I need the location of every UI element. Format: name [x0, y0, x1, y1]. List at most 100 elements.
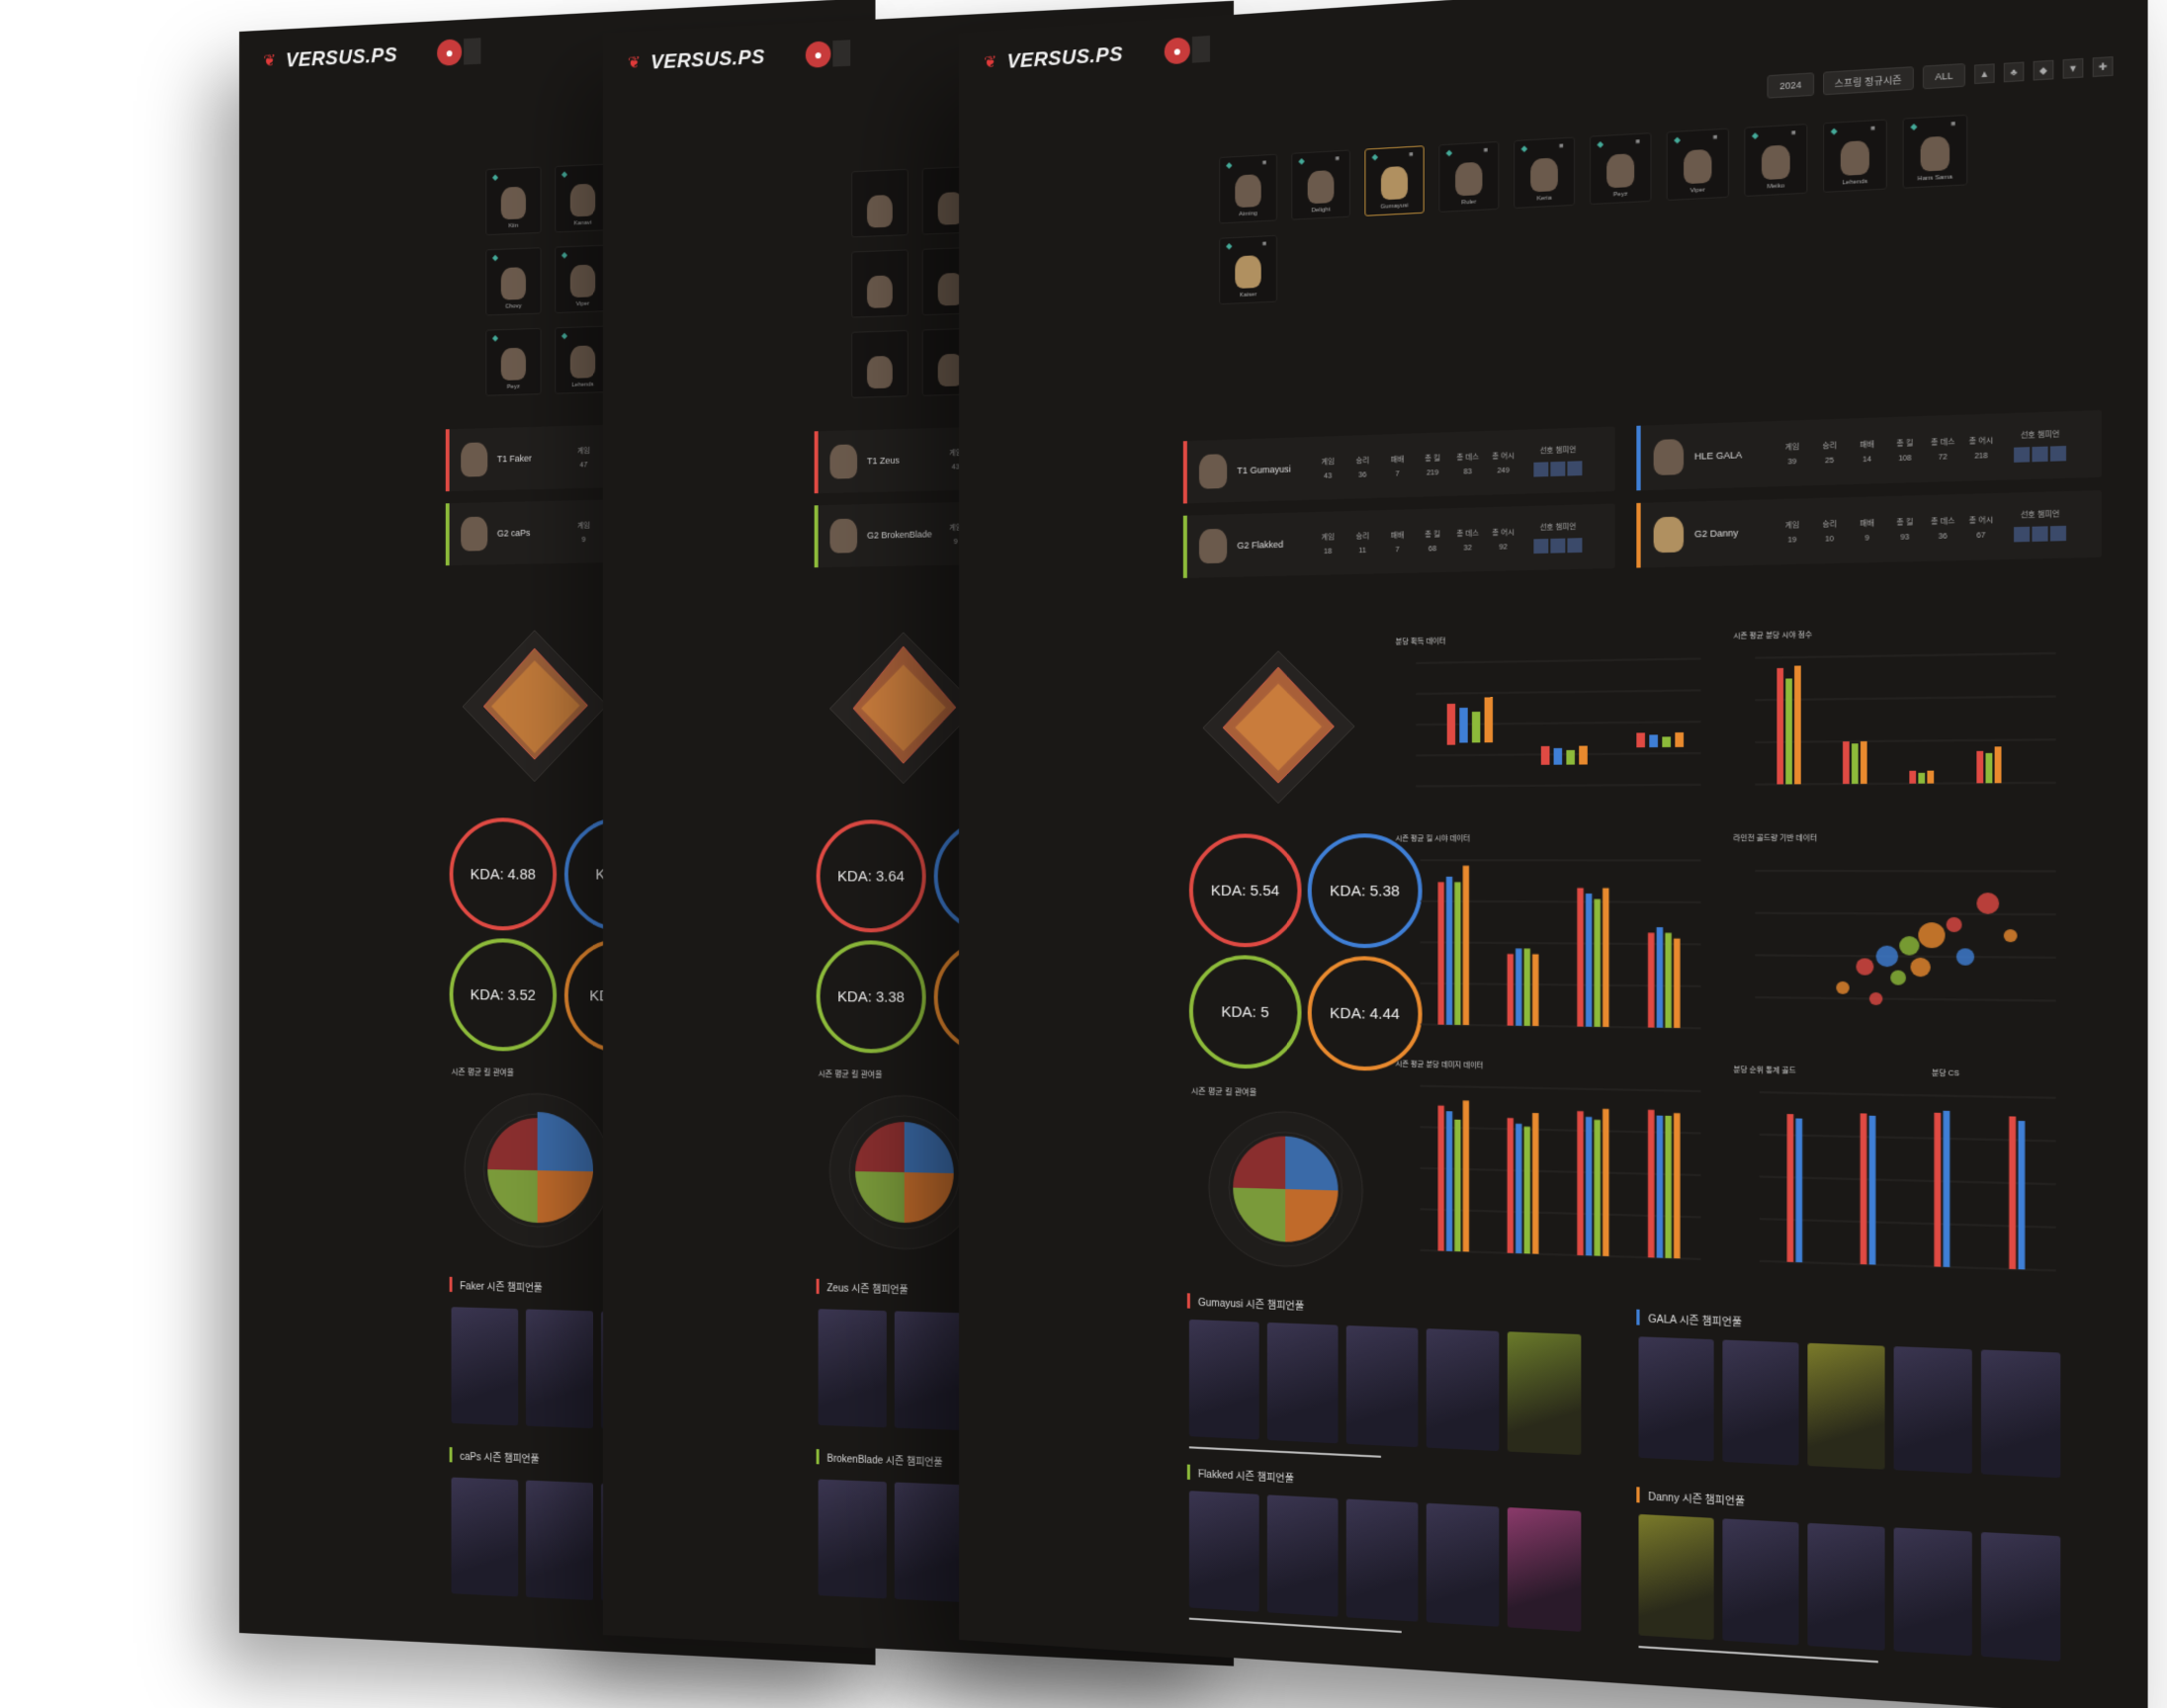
scroll-indicator[interactable]	[1188, 1446, 1381, 1458]
player-card[interactable]: ◆ Kiin	[485, 166, 542, 236]
player-card[interactable]: ◆ ■ Meiko	[1744, 124, 1808, 198]
bar	[1516, 1123, 1522, 1254]
champion-card[interactable]	[818, 1479, 887, 1599]
champion-card[interactable]	[1188, 1491, 1259, 1612]
bar	[1577, 888, 1584, 1027]
top-lane-icon[interactable]: ▲	[1974, 63, 1995, 85]
bar	[1860, 1113, 1867, 1265]
stat-value: 83	[1463, 468, 1472, 475]
champion-pool-title: caPs 시즌 챔피언풀	[449, 1447, 540, 1466]
player-card[interactable]: ◆ ■ Keria	[1514, 136, 1575, 210]
player-photo	[1235, 174, 1261, 209]
champion-card[interactable]	[894, 1482, 964, 1602]
logo[interactable]: ❦ VERSUS.PS	[628, 45, 765, 75]
champion-card[interactable]	[894, 1311, 964, 1431]
player-card[interactable]: ◆ ■ Viper	[1666, 128, 1729, 202]
logo[interactable]: ❦ VERSUS.PS	[984, 43, 1123, 74]
champion-card[interactable]	[1638, 1336, 1714, 1462]
user-menu-toggle[interactable]	[832, 40, 851, 67]
user-menu-toggle[interactable]	[1191, 35, 1210, 63]
champion-card[interactable]	[451, 1307, 519, 1426]
champion-card[interactable]	[1426, 1502, 1500, 1627]
champion-card[interactable]	[1345, 1324, 1419, 1448]
champion-pool-title: Danny 시즌 챔피언풀	[1636, 1487, 1746, 1508]
bar	[2018, 1120, 2026, 1270]
player-card[interactable]: ◆ ■ Kaiser	[1219, 234, 1277, 305]
bar	[1437, 882, 1444, 1025]
player-stat-row[interactable]: HLE GALA 게임 39 승리 25 패배 14 총 킬 108 총 데스 72 총 …	[1636, 409, 2102, 491]
scroll-indicator[interactable]	[1638, 1646, 1878, 1664]
player-stat-row[interactable]: T1 Gumayusi 게임 43 승리 36 패배 7 총 킬 219 총 데스 83 …	[1182, 426, 1615, 504]
team-icon: ◆	[561, 169, 567, 179]
champion-card[interactable]	[818, 1309, 887, 1428]
scroll-indicator[interactable]	[1188, 1617, 1402, 1634]
radar-chart	[453, 619, 616, 792]
champion-card[interactable]	[1426, 1328, 1500, 1452]
polar-chart	[1205, 1106, 1366, 1273]
champion-card[interactable]	[1507, 1331, 1582, 1456]
user-menu[interactable]: ●	[437, 38, 481, 66]
user-menu-toggle[interactable]	[464, 38, 481, 65]
champion-card[interactable]	[1722, 1518, 1799, 1646]
champion-card[interactable]	[1893, 1346, 1972, 1474]
mid-lane-icon[interactable]: ◆	[2033, 59, 2054, 81]
champion-card[interactable]	[1266, 1494, 1339, 1617]
year-select[interactable]: 2024	[1767, 72, 1814, 99]
champion-card[interactable]	[1188, 1319, 1259, 1440]
player-card[interactable]	[851, 249, 909, 318]
champion-card[interactable]	[1722, 1339, 1799, 1466]
user-menu[interactable]: ●	[805, 40, 851, 68]
player-name: Peyz	[1612, 191, 1628, 199]
stat-label: 패배	[1390, 456, 1405, 464]
player-card[interactable]	[851, 168, 909, 238]
position-icon: ■	[1409, 151, 1414, 159]
logo-text: VERSUS.PS	[285, 43, 397, 72]
champion-card[interactable]	[1345, 1498, 1419, 1622]
bot-lane-icon[interactable]: ▼	[2062, 57, 2084, 79]
champion-card[interactable]	[525, 1309, 594, 1429]
champion-card[interactable]	[1638, 1513, 1714, 1641]
player-grid: ◆ ■ Aiming ◆ ■ Delight ◆ ■ Gumayusi ◆ ■ Ruler ◆ ■…	[1219, 114, 1968, 305]
player-photo	[1235, 255, 1261, 290]
champion-card[interactable]	[1807, 1342, 1885, 1470]
stat-label: 패배	[1390, 531, 1405, 540]
player-stat-row[interactable]: G2 Flakked 게임 18 승리 11 패배 7 총 킬 68 총 데스 32 총 …	[1182, 503, 1615, 578]
tournament-select[interactable]: 스프링 정규시즌	[1822, 66, 1914, 96]
champion-card[interactable]	[1807, 1522, 1885, 1651]
player-card[interactable]: ◆ Chovy	[485, 247, 542, 316]
player-card[interactable]: ◆ ■ Ruler	[1438, 140, 1500, 213]
position-select[interactable]: ALL	[1922, 62, 1965, 90]
player-card[interactable]: ◆ ■ Delight	[1291, 149, 1350, 220]
player-card[interactable]: ◆ Peyz	[485, 327, 542, 396]
player-name: Lehends	[1842, 178, 1868, 187]
jungle-icon[interactable]: ♣	[2003, 61, 2025, 83]
player-name: Viper	[575, 300, 590, 308]
player-card[interactable]: ◆ ■ Hans Sama	[1902, 114, 1968, 189]
player-card[interactable]	[851, 329, 909, 398]
champion-card[interactable]	[1507, 1506, 1582, 1632]
position-icon: ■	[1635, 138, 1640, 146]
logo[interactable]: ❦ VERSUS.PS	[263, 43, 396, 73]
player-stat-row[interactable]: G2 Danny 게임 19 승리 10 패배 9 총 킬 93 총 데스 36 총 어시…	[1636, 489, 2102, 568]
stat-label: 게임	[1784, 443, 1800, 452]
support-icon[interactable]: ✚	[2092, 56, 2114, 77]
kda-ring: KDA: 3.52	[449, 938, 558, 1053]
champion-card[interactable]	[1266, 1322, 1339, 1444]
gridline	[1420, 901, 1700, 902]
champion-card[interactable]	[1893, 1527, 1972, 1657]
team-icon: ◆	[492, 172, 498, 182]
champion-card[interactable]	[451, 1477, 519, 1597]
user-menu[interactable]: ●	[1164, 35, 1210, 65]
bar	[1795, 1118, 1803, 1263]
player-card[interactable]: ◆ ■ Aiming	[1219, 153, 1277, 224]
champion-card[interactable]	[1980, 1531, 2061, 1662]
position-icon: ■	[1790, 129, 1796, 137]
champion-card[interactable]	[525, 1480, 594, 1600]
player-photo	[569, 183, 596, 217]
stat-value: 93	[1900, 533, 1910, 542]
player-card[interactable]: ◆ ■ Peyz	[1589, 132, 1652, 206]
champion-card[interactable]	[1980, 1349, 2061, 1479]
player-card-selected[interactable]: ◆ ■ Gumayusi	[1364, 145, 1425, 216]
player-card[interactable]: ◆ ■ Lehends	[1822, 119, 1887, 193]
player-name: G2 Danny	[1693, 527, 1739, 540]
